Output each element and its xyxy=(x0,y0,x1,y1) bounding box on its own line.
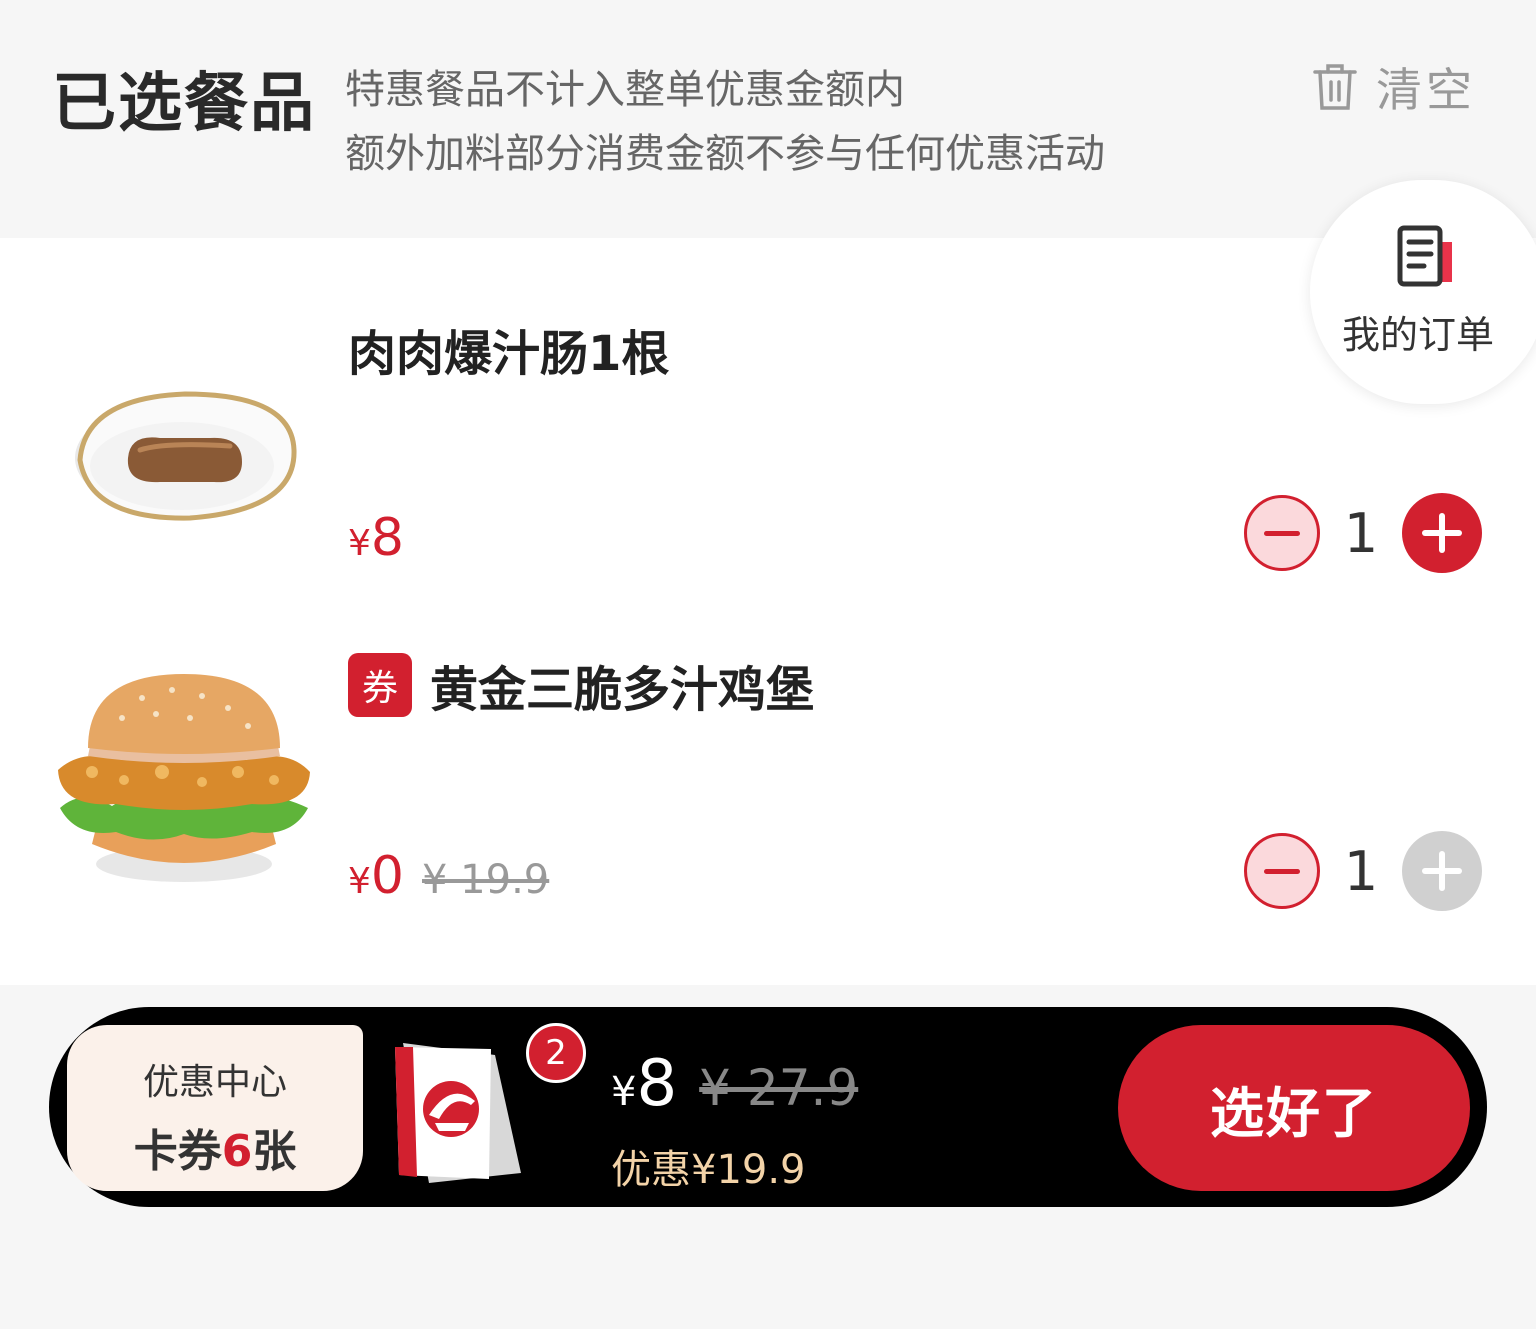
cart-count-badge: 2 xyxy=(526,1023,586,1083)
cart-header: 已选餐品 特惠餐品不计入整单优惠金额内 额外加料部分消费金额不参与任何优惠活动 … xyxy=(0,0,1536,238)
cart-bar: 优惠中心 卡券6张 2 ¥ 8 ¥ 27.9 优惠¥19.9 选好了 xyxy=(49,1007,1487,1207)
quantity-stepper: 1 xyxy=(1244,831,1482,911)
original-total: ¥ 27.9 xyxy=(699,1059,859,1117)
order-list-icon xyxy=(1397,225,1452,287)
promo-title: 优惠中心 xyxy=(142,1062,287,1103)
clear-button[interactable]: 清空 xyxy=(1312,55,1476,119)
currency-symbol: ¥ xyxy=(348,861,371,902)
coupon-tag: 券 xyxy=(348,653,412,717)
trash-icon xyxy=(1313,64,1357,110)
cart-total: ¥ 8 ¥ 27.9 xyxy=(611,1047,858,1121)
clear-label: 清空 xyxy=(1376,63,1476,117)
note-line: 特惠餐品不计入整单优惠金额内 xyxy=(345,67,905,113)
page-title: 已选餐品 xyxy=(52,67,316,141)
quantity-stepper: 1 xyxy=(1244,493,1482,573)
promo-count-number: 6 xyxy=(221,1126,253,1177)
checkout-button[interactable]: 选好了 xyxy=(1118,1025,1470,1191)
sausage-image xyxy=(75,391,297,521)
discount-amount: 优惠¥19.9 xyxy=(611,1147,806,1193)
my-orders-label: 我的订单 xyxy=(1342,313,1495,357)
decrease-button[interactable] xyxy=(1244,495,1320,571)
promo-prefix: 卡券 xyxy=(133,1126,222,1177)
cart-notes: 特惠餐品不计入整单优惠金额内 额外加料部分消费金额不参与任何优惠活动 xyxy=(345,58,1105,186)
bag-icon[interactable] xyxy=(393,1035,529,1185)
quantity-value: 1 xyxy=(1343,839,1379,903)
currency-symbol: ¥ xyxy=(348,523,371,564)
item-name-row: 券 黄金三脆多汁鸡堡 xyxy=(348,650,814,720)
item-name: 黄金三脆多汁鸡堡 xyxy=(430,662,815,718)
promo-center-button[interactable]: 优惠中心 卡券6张 xyxy=(67,1025,363,1191)
minus-icon xyxy=(1264,530,1300,536)
item-price: ¥ 8 xyxy=(348,508,404,568)
original-price: ¥ 19.9 xyxy=(422,857,550,903)
minus-icon xyxy=(1264,868,1300,874)
item-name: 肉肉爆汁肠1根 xyxy=(348,326,670,382)
increase-button[interactable] xyxy=(1402,831,1482,911)
item-price: ¥ 0 ¥ 19.9 xyxy=(348,846,549,906)
price-value: 0 xyxy=(370,846,404,906)
price-value: 8 xyxy=(370,508,404,568)
quantity-value: 1 xyxy=(1343,501,1379,565)
burger-image xyxy=(58,674,310,882)
promo-suffix: 张 xyxy=(252,1126,297,1177)
increase-button[interactable] xyxy=(1402,493,1482,573)
note-line: 额外加料部分消费金额不参与任何优惠活动 xyxy=(345,131,1105,177)
total-price: 8 xyxy=(636,1047,678,1121)
my-orders-button[interactable] xyxy=(1310,180,1536,404)
currency-symbol: ¥ xyxy=(611,1069,637,1115)
decrease-button[interactable] xyxy=(1244,833,1320,909)
promo-count: 卡券6张 xyxy=(67,1115,363,1179)
